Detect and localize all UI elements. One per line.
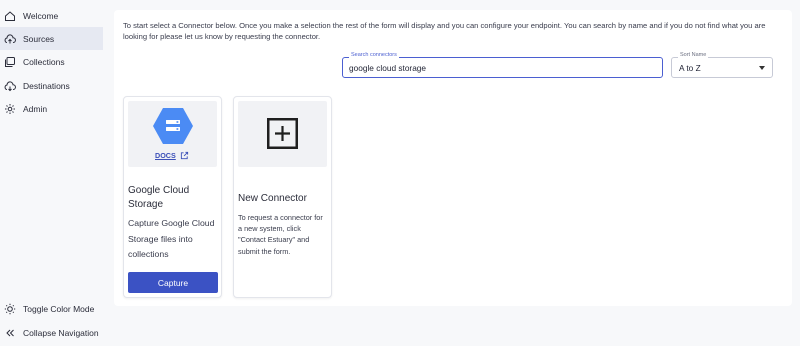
connector-card-new-connector[interactable]: New Connector To request a connector for… bbox=[233, 96, 332, 298]
google-cloud-storage-logo bbox=[153, 108, 193, 144]
docs-link[interactable]: DOCS bbox=[155, 151, 189, 160]
sidebar-item-sources[interactable]: Sources bbox=[0, 27, 103, 50]
cloud-upload-icon bbox=[4, 33, 16, 45]
sidebar: Welcome Sources Collections Destinations… bbox=[0, 0, 103, 346]
connector-logo-area bbox=[238, 101, 327, 167]
sort-name-label: Sort Name bbox=[678, 52, 709, 58]
docs-link-label: DOCS bbox=[155, 151, 176, 160]
sidebar-item-destinations[interactable]: Destinations bbox=[0, 74, 103, 97]
sidebar-item-welcome[interactable]: Welcome bbox=[0, 4, 103, 27]
connector-description: Capture Google Cloud Storage files into … bbox=[128, 218, 215, 259]
sidebar-item-label: Welcome bbox=[23, 10, 59, 21]
sidebar-item-label: Collections bbox=[23, 56, 65, 67]
collapse-navigation-label: Collapse Navigation bbox=[23, 327, 99, 338]
sidebar-item-label: Sources bbox=[23, 33, 55, 44]
toggle-color-mode-label: Toggle Color Mode bbox=[23, 303, 95, 314]
capture-button[interactable]: Capture bbox=[128, 272, 218, 293]
gear-icon bbox=[4, 103, 16, 115]
connector-title: Google Cloud Storage bbox=[128, 185, 190, 210]
double-chevron-left-icon bbox=[4, 327, 16, 339]
connector-title: New Connector bbox=[238, 193, 307, 204]
plus-square-icon bbox=[267, 118, 298, 149]
home-icon bbox=[4, 10, 16, 22]
search-connectors-field[interactable]: Search connectors bbox=[342, 52, 663, 78]
sort-name-select[interactable]: Sort Name A to Z bbox=[671, 52, 773, 78]
cloud-download-icon bbox=[4, 80, 16, 92]
connector-description: To request a connector for a new system,… bbox=[238, 213, 323, 256]
sidebar-item-collections[interactable]: Collections bbox=[0, 50, 103, 73]
sidebar-item-label: Destinations bbox=[23, 80, 70, 91]
sort-name-value: A to Z bbox=[679, 63, 701, 73]
chevron-down-icon bbox=[759, 66, 765, 70]
collapse-navigation-button[interactable]: Collapse Navigation bbox=[0, 321, 103, 344]
sidebar-item-admin[interactable]: Admin bbox=[0, 97, 103, 120]
connector-selection-panel: To start select a Connector below. Once … bbox=[114, 10, 792, 306]
connector-card-google-cloud-storage[interactable]: DOCS Google Cloud Storage Capture Google… bbox=[123, 96, 222, 298]
search-input[interactable] bbox=[349, 61, 649, 74]
sidebar-item-label: Admin bbox=[23, 103, 48, 114]
sun-icon bbox=[4, 303, 16, 315]
toggle-color-mode-button[interactable]: Toggle Color Mode bbox=[0, 297, 103, 320]
collections-icon bbox=[4, 56, 16, 68]
external-link-icon bbox=[180, 151, 188, 160]
connector-logo-area: DOCS bbox=[128, 101, 217, 167]
search-connectors-label: Search connectors bbox=[349, 52, 399, 58]
intro-text: To start select a Connector below. Once … bbox=[123, 21, 766, 41]
